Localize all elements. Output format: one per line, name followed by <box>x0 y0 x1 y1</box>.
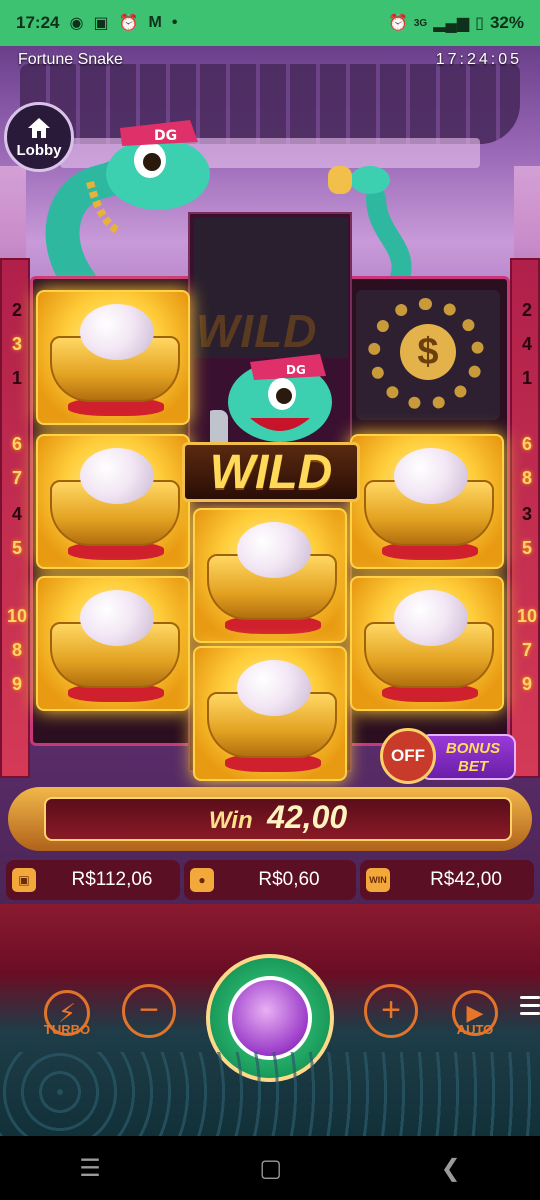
wild-snake-art: DG <box>210 354 332 450</box>
decrease-bet-button[interactable]: − <box>122 984 176 1038</box>
ways-number: 10 <box>516 606 538 626</box>
ways-number: 1 <box>521 368 532 388</box>
chat-icon: ◉ <box>69 15 84 32</box>
ways-number: 5 <box>521 538 532 558</box>
increase-bet-button[interactable]: + <box>364 984 418 1038</box>
turbo-label: TURBO <box>43 1022 91 1037</box>
reel-symbol-ingot <box>36 290 190 425</box>
ways-number: 9 <box>11 674 22 694</box>
ways-number: 1 <box>11 368 22 388</box>
spin-icon <box>228 976 312 1060</box>
signal-icon: ▂▄▆ <box>433 15 470 32</box>
status-time: 17:24 <box>16 13 60 32</box>
android-nav-bar: ☰ ▢ ❮ <box>0 1136 540 1200</box>
wallet-icon: ▣ <box>12 868 36 892</box>
ways-number: 9 <box>521 674 532 694</box>
bonus-bet-toggle[interactable]: BONUS BET OFF <box>380 728 520 784</box>
reel-symbol-chain: $ <box>356 290 500 420</box>
svg-text:DG: DG <box>154 128 177 144</box>
ways-number: 2 <box>521 300 532 320</box>
ways-number: 8 <box>11 640 22 660</box>
ways-number: 6 <box>521 434 532 454</box>
reel-symbol-ingot <box>350 434 504 569</box>
reel-symbol-ingot <box>350 576 504 711</box>
status-bar: 17:24 ◉ ▣ ⏰ M • ⏰ 3G ▂▄▆ ▯ 32% <box>0 0 540 46</box>
ways-number: 2 <box>11 300 22 320</box>
bet-display[interactable]: ● R$0,60 <box>184 860 356 900</box>
ways-number: 6 <box>11 434 22 454</box>
balance-value: R$112,06 <box>71 869 153 890</box>
bonus-label-line1: BONUS <box>445 740 501 757</box>
reel-symbol-ingot <box>36 434 190 569</box>
ways-number: 3 <box>521 504 532 524</box>
win-total-value: R$42,00 <box>430 869 502 890</box>
battery-icon: ▯ <box>475 15 484 32</box>
wild-symbol-banner: WILD <box>182 442 360 502</box>
decorative-swirl <box>0 1052 540 1136</box>
win-display: Win 42,00 <box>44 797 512 841</box>
balance-display[interactable]: ▣ R$112,06 <box>6 860 180 900</box>
game-clock: 17:24:05 <box>435 51 522 68</box>
dollar-icon: $ <box>400 324 456 380</box>
battery-level: 32% <box>489 13 524 32</box>
wild-text: WILD <box>209 446 333 499</box>
menu-icon[interactable] <box>520 996 540 1016</box>
stats-row: ▣ R$112,06 ● R$0,60 WIN R$42,00 <box>0 860 540 900</box>
dot-icon: • <box>171 14 178 31</box>
home-nav-icon[interactable]: ▢ <box>259 1154 282 1183</box>
recent-apps-icon[interactable]: ☰ <box>79 1154 101 1183</box>
ways-number: 5 <box>11 538 22 558</box>
reel-symbol-ingot <box>193 646 347 781</box>
bonus-label-line2: BET <box>458 758 488 775</box>
ways-number: 10 <box>6 606 28 626</box>
bonus-off-switch[interactable]: OFF <box>380 728 436 784</box>
gmail-icon: M <box>148 14 162 31</box>
minus-icon: − <box>139 991 159 1029</box>
auto-label: AUTO <box>456 1022 494 1037</box>
win-icon: WIN <box>366 868 390 892</box>
win-label: Win <box>208 807 253 834</box>
right-ways-column: 2 4 1 6 8 3 5 10 7 9 <box>510 258 540 778</box>
win-amount: 42,00 <box>267 799 348 835</box>
win-banner-frame: Win 42,00 <box>8 787 532 851</box>
game-title: Fortune Snake <box>18 51 123 68</box>
svg-text:DG: DG <box>286 363 306 377</box>
win-total-display: WIN R$42,00 <box>360 860 534 900</box>
alarm-icon: ⏰ <box>387 15 408 32</box>
left-ways-column: 2 3 1 6 7 4 5 10 8 9 <box>0 258 30 778</box>
ways-number: 8 <box>521 468 532 488</box>
alarm-icon: ⏰ <box>118 15 139 32</box>
plus-icon: + <box>381 991 401 1029</box>
game-area[interactable]: Fortune Snake 17:24:05 Lobby DG 2 3 1 6 … <box>0 46 540 1136</box>
back-icon[interactable]: ❮ <box>441 1154 461 1183</box>
ways-number: 4 <box>521 334 532 354</box>
s-app-icon: ▣ <box>93 15 109 32</box>
ways-number: 7 <box>11 468 22 488</box>
network-type: 3G <box>413 17 428 29</box>
app-screen: 17:24 ◉ ▣ ⏰ M • ⏰ 3G ▂▄▆ ▯ 32% Fortune S… <box>0 0 540 1200</box>
game-header: Fortune Snake 17:24:05 <box>0 46 540 74</box>
win-banner: Win 42,00 <box>0 781 540 857</box>
control-bar: ⚡ TURBO − + ▶ AUTO <box>0 904 540 1136</box>
ways-number: 4 <box>11 504 22 524</box>
coins-icon: ● <box>190 868 214 892</box>
reel-symbol-ingot <box>193 508 347 643</box>
reel-symbol-ingot <box>36 576 190 711</box>
ways-number: 7 <box>521 640 532 660</box>
ways-number: 3 <box>11 334 22 354</box>
bet-value: R$0,60 <box>258 869 320 890</box>
